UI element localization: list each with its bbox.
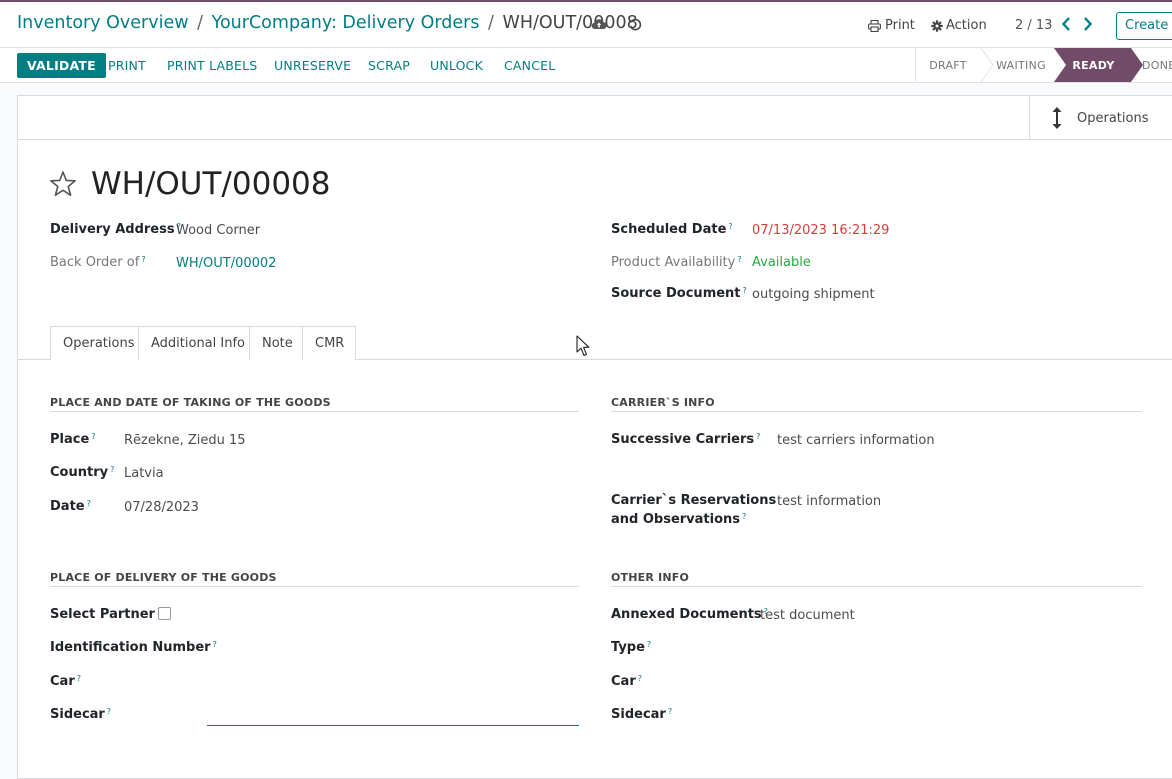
print-button[interactable]: Print (868, 18, 915, 33)
select-partner-label: Select Partner? (50, 607, 161, 622)
create-button[interactable]: Create (1116, 12, 1172, 40)
statusbar: VALIDATE PRINT PRINT LABELS UNRESERVE SC… (0, 47, 1172, 83)
action-button-label: Action (946, 18, 987, 33)
section-divider (50, 586, 579, 587)
annexed-documents-value[interactable]: test document (760, 608, 855, 623)
successive-carriers-value[interactable]: test carriers information (777, 433, 935, 448)
product-availability-label: Product Availability? (611, 255, 742, 270)
select-partner-checkbox[interactable] (158, 607, 171, 620)
printer-icon (868, 19, 881, 32)
stage-draft[interactable]: DRAFT (916, 48, 980, 82)
product-availability-value: Available (752, 255, 811, 270)
control-panel: Inventory Overview / YourCompany: Delive… (0, 2, 1172, 47)
section-divider (611, 586, 1142, 587)
tab-additional-info[interactable]: Additional Info (138, 326, 250, 360)
gear-icon (931, 19, 943, 32)
unreserve-button[interactable]: UNRESERVE (264, 53, 361, 78)
delivery-sidecar-label: Sidecar? (50, 707, 112, 722)
action-button[interactable]: Action (931, 18, 987, 33)
breadcrumb-separator: / (488, 13, 494, 33)
chevron-left-icon[interactable] (1060, 16, 1072, 32)
print-report-button[interactable]: PRINT (98, 53, 156, 78)
section-title-carrier: CARRIER`S INFO (611, 396, 715, 409)
place-value[interactable]: Rēzekne, Ziedu 15 (124, 433, 246, 448)
country-label: Country? (50, 465, 115, 480)
other-car-label: Car? (611, 674, 642, 689)
mouse-cursor-icon (576, 335, 590, 357)
place-label: Place? (50, 432, 96, 447)
validate-button[interactable]: VALIDATE (17, 53, 106, 78)
type-label: Type? (611, 640, 652, 655)
section-title-other: OTHER INFO (611, 571, 690, 584)
date-value[interactable]: 07/28/2023 (124, 500, 199, 515)
scheduled-date-value[interactable]: 07/13/2023 16:21:29 (752, 223, 889, 238)
country-value[interactable]: Latvia (124, 466, 164, 481)
stage-waiting[interactable]: WAITING (988, 48, 1054, 82)
stage-done[interactable]: DONE (1142, 48, 1172, 82)
section-divider (611, 411, 1142, 412)
carrier-reservations-label-line2: and Observations? (611, 512, 747, 527)
back-order-link[interactable]: WH/OUT/00002 (176, 256, 276, 271)
record-title: WH/OUT/00008 (91, 166, 331, 202)
other-sidecar-label: Sidecar? (611, 707, 673, 722)
back-order-label: Back Order of? (50, 255, 146, 270)
breadcrumb-item-delivery-orders[interactable]: YourCompany: Delivery Orders (212, 13, 480, 33)
print-labels-button[interactable]: PRINT LABELS (157, 53, 267, 78)
pager-value[interactable]: 2 / 13 (1015, 18, 1052, 33)
identification-number-label: Identification Number? (50, 640, 217, 655)
tab-cmr[interactable]: CMR (302, 326, 356, 360)
delivery-car-label: Car? (50, 674, 81, 689)
tab-note[interactable]: Note (249, 326, 303, 360)
stage-ready[interactable]: READY (1066, 48, 1121, 82)
breadcrumb-item-inventory[interactable]: Inventory Overview (17, 13, 189, 33)
delivery-address-label: Delivery Address? (50, 222, 181, 237)
print-button-label: Print (885, 18, 915, 33)
section-title-taking: PLACE AND DATE OF TAKING OF THE GOODS (50, 396, 331, 409)
operations-smart-button-label: Operations (1077, 111, 1149, 126)
annexed-documents-label: Annexed Documents? (611, 607, 768, 622)
button-box: Operations (18, 96, 1172, 140)
discard-icon[interactable] (628, 17, 643, 32)
tab-operations[interactable]: Operations (50, 326, 139, 360)
breadcrumb-separator: / (197, 13, 204, 33)
chevron-right-icon[interactable] (1082, 16, 1094, 32)
cancel-button[interactable]: CANCEL (494, 53, 565, 78)
cloud-upload-icon[interactable] (591, 17, 607, 31)
unlock-button[interactable]: UNLOCK (420, 53, 493, 78)
source-document-value[interactable]: outgoing shipment (752, 287, 875, 302)
scrap-button[interactable]: SCRAP (358, 53, 420, 78)
operations-smart-button[interactable]: Operations (1029, 96, 1172, 139)
vertical-arrows-icon (1052, 107, 1062, 129)
carrier-reservations-label-line1: Carrier`s Reservations (611, 493, 777, 508)
source-document-label: Source Document? (611, 286, 747, 301)
breadcrumb-current: WH/OUT/00008 (502, 13, 638, 33)
successive-carriers-label: Successive Carriers? (611, 432, 761, 447)
date-label: Date? (50, 499, 91, 514)
section-divider (50, 411, 579, 412)
delivery-address-value[interactable]: Wood Corner (176, 223, 260, 238)
scheduled-date-label: Scheduled Date? (611, 222, 733, 237)
star-icon[interactable] (49, 170, 77, 198)
delivery-sidecar-input[interactable] (207, 725, 579, 726)
carrier-reservations-value[interactable]: test information (777, 494, 881, 509)
section-title-delivery: PLACE OF DELIVERY OF THE GOODS (50, 571, 277, 584)
breadcrumb: Inventory Overview / YourCompany: Delive… (17, 13, 638, 33)
